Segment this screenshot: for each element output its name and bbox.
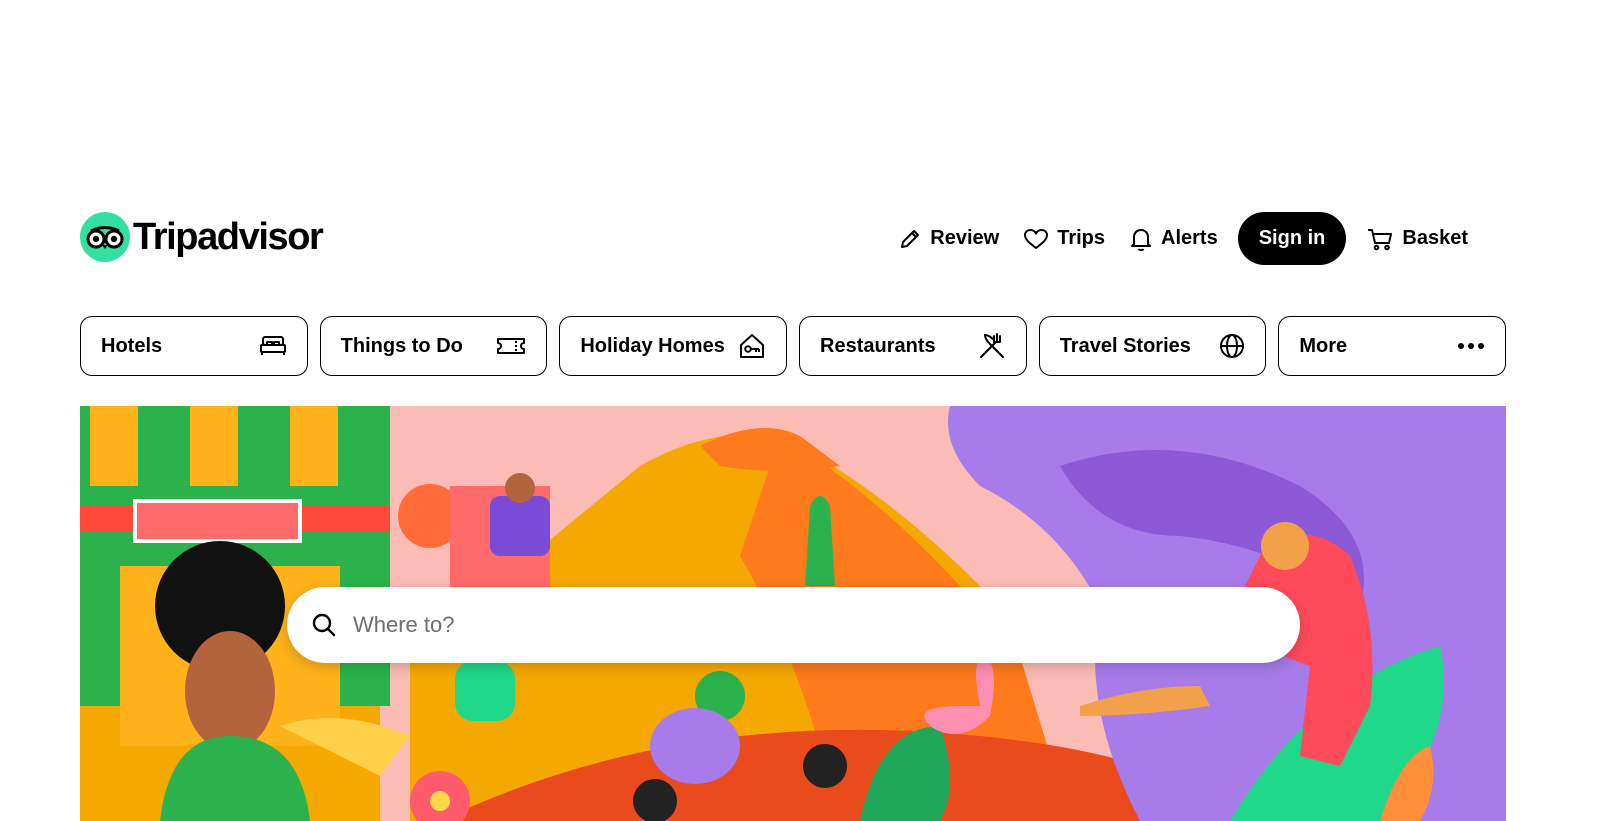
category-travel-stories[interactable]: Travel Stories [1038,316,1267,376]
category-label: More [1299,334,1348,357]
heart-icon [1024,228,1049,249]
category-label: Restaurants [820,334,936,357]
tripadvisor-logo[interactable]: Tripadvisor [80,212,324,262]
category-label: Hotels [101,334,163,357]
house-key-icon [740,334,765,358]
category-restaurants[interactable]: Restaurants [799,316,1027,376]
cart-icon [1368,228,1393,250]
search-input[interactable] [351,611,1255,639]
alerts-label: Alerts [1161,227,1218,249]
category-label: Things to Do [340,334,463,357]
search-bar[interactable] [287,587,1300,663]
pencil-icon [901,229,920,248]
category-more[interactable]: More [1278,316,1507,376]
basket-link[interactable]: Basket [1354,212,1480,265]
owl-logo-icon [80,212,130,262]
search-icon [312,613,336,637]
more-dots-icon [1458,343,1485,349]
bed-icon [259,336,286,355]
basket-label: Basket [1402,227,1468,249]
category-label: Travel Stories [1059,334,1191,357]
review-link[interactable]: Review [886,212,1011,265]
category-holiday-homes[interactable]: Holiday Homes [559,316,788,376]
category-things-to-do[interactable]: Things to Do [319,316,548,376]
ticket-icon [497,338,526,354]
category-hotels[interactable]: Hotels [80,316,308,376]
fork-knife-icon [979,333,1004,358]
category-tabs: Hotels Things to Do Holiday Homes Restau… [80,316,1507,376]
brand-name: Tripadvisor [133,216,324,258]
trips-link[interactable]: Trips [1011,212,1117,265]
review-label: Review [930,227,1000,249]
trips-label: Trips [1057,227,1106,249]
top-nav: Review Trips Alerts Sign in Basket [886,212,1480,265]
alerts-link[interactable]: Alerts [1117,212,1230,265]
category-label: Holiday Homes [580,334,725,357]
sign-in-button[interactable]: Sign in [1237,212,1347,265]
globe-icon [1220,334,1245,358]
bell-icon [1131,228,1152,251]
